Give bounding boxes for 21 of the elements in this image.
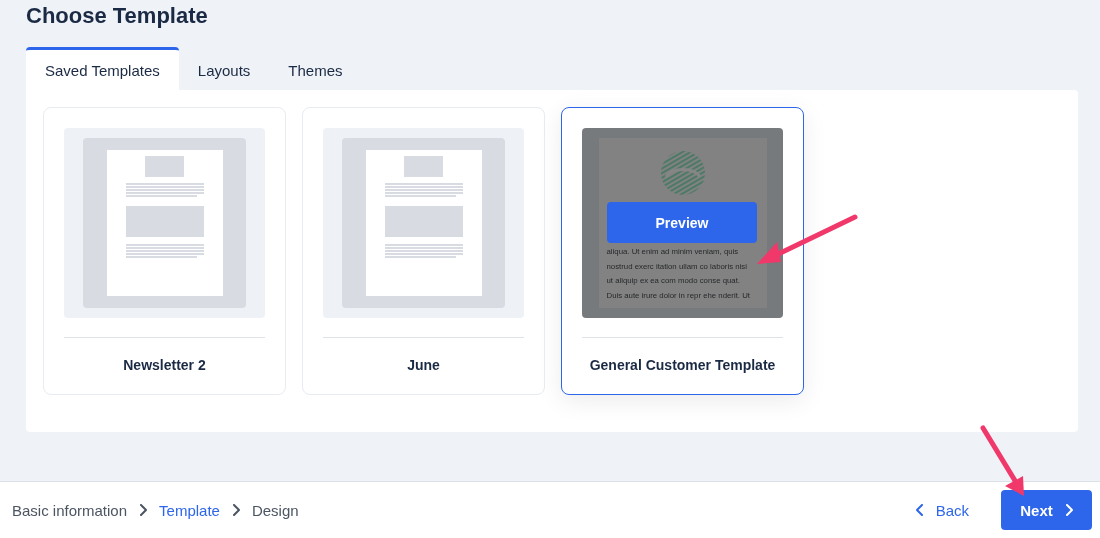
tab[interactable]: Layouts [178,47,270,90]
chevron-left-icon [915,504,924,516]
template-name: June [407,357,440,373]
annotation-arrow [980,425,1024,496]
tab[interactable]: Themes [269,47,362,90]
chevron-right-icon [231,504,240,516]
breadcrumb-item[interactable]: Design [251,501,299,519]
logo-icon [659,150,706,196]
template-name: General Customer Template [589,357,776,373]
chevron-right-icon [1064,504,1073,516]
template-card[interactable]: June [302,107,545,395]
chevron-right-icon [139,504,148,516]
next-button[interactable]: Next [1001,490,1092,530]
back-button[interactable]: Back [911,497,973,523]
template-name: Newsletter 2 [123,357,206,373]
tab[interactable]: Saved Templates [26,47,179,90]
page-title: Choose Template [26,2,208,28]
breadcrumb-item[interactable]: Template [159,501,220,519]
preview-button[interactable]: Preview [607,202,757,243]
template-card[interactable]: Newsletter 2 [43,107,286,395]
breadcrumb-item[interactable]: Basic information [12,501,128,519]
